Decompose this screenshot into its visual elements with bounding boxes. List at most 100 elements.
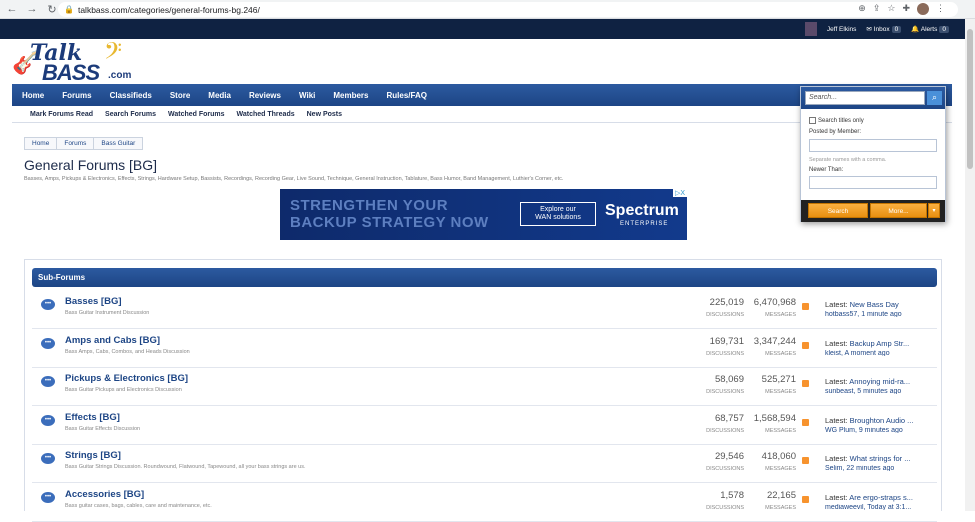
latest-title[interactable]: Broughton Audio ...	[850, 416, 914, 425]
forum-row[interactable]: ••• Accessories [BG] Bass guitar cases, ba…	[32, 484, 937, 522]
address-bar[interactable]: 🔒 talkbass.com/categories/general-forums…	[58, 2, 958, 17]
latest-prefix: Latest:	[825, 377, 848, 386]
lock-icon: 🔒	[64, 5, 74, 14]
rss-icon[interactable]	[802, 341, 809, 349]
messages-label: MESSAGES	[765, 466, 796, 472]
latest-post[interactable]: Latest: Broughton Audio ...	[825, 416, 913, 425]
latest-post[interactable]: Latest: Backup Amp Str...	[825, 339, 909, 348]
subnav-watched-forums[interactable]: Watched Forums	[168, 111, 225, 118]
forum-name[interactable]: Effects [BG]	[65, 412, 120, 423]
nav-classifieds[interactable]: Classifieds	[110, 91, 152, 100]
latest-title[interactable]: Are ergo-straps s...	[849, 493, 913, 502]
ad-headline-2: BACKUP STRATEGY NOW	[290, 214, 489, 231]
latest-author[interactable]: Selim, 22 minutes ago	[825, 465, 915, 471]
newer-than-input[interactable]	[809, 176, 937, 189]
latest-author[interactable]: hotbass57, 1 minute ago	[825, 311, 915, 317]
ad-cta-line1: Explore our	[540, 206, 576, 213]
advertisement-banner[interactable]: STRENGTHEN YOUR BACKUP STRATEGY NOW Expl…	[280, 189, 687, 240]
alerts-label: Alerts	[920, 26, 938, 33]
subnav-mark-read[interactable]: Mark Forums Read	[30, 111, 93, 118]
nav-forums[interactable]: Forums	[62, 91, 91, 100]
forum-row[interactable]: ••• Effects [BG] Bass Guitar Effects Discu…	[32, 407, 937, 445]
discussions-label: DISCUSSIONS	[706, 504, 744, 511]
breadcrumb-home[interactable]: Home	[24, 137, 58, 150]
more-button[interactable]: More...	[870, 203, 927, 218]
subnav-search-forums[interactable]: Search Forums	[105, 111, 156, 118]
latest-author[interactable]: sunbeast, 5 minutes ago	[825, 388, 915, 394]
search-button[interactable]: Search	[808, 203, 868, 218]
latest-title[interactable]: What strings for ...	[850, 454, 911, 463]
rss-icon[interactable]	[802, 380, 809, 387]
forum-name[interactable]: Strings [BG]	[65, 450, 121, 461]
latest-author[interactable]: kleist, A moment ago	[825, 350, 915, 356]
forum-name[interactable]: Pickups & Electronics [BG]	[65, 373, 188, 384]
forum-description: Bass guitar cases, bags, cables, care an…	[65, 502, 212, 509]
ad-cta[interactable]: Explore our WAN solutions	[520, 202, 596, 226]
titles-only-label: Search titles only	[818, 117, 864, 124]
forum-name[interactable]: Accessories [BG]	[65, 489, 144, 500]
user-name[interactable]: Jeff Elkins	[827, 26, 857, 33]
alerts-link[interactable]: 🔔 Alerts 0	[911, 25, 949, 33]
discussions-label: DISCUSSIONS	[706, 312, 744, 318]
rss-icon[interactable]	[802, 303, 809, 310]
forum-row[interactable]: ••• Pickups & Electronics [BG] Bass Guitar…	[32, 368, 937, 406]
zoom-icon[interactable]: ⊕	[858, 3, 866, 15]
titles-only-checkbox[interactable]: Search titles only	[809, 117, 864, 124]
inbox-count: 0	[891, 26, 902, 33]
share-icon[interactable]: ⇪	[873, 3, 881, 15]
back-icon[interactable]: ←	[4, 1, 20, 17]
latest-author[interactable]: mediaweevil, Today at 3:1...	[825, 504, 915, 510]
forum-icon: •••	[41, 414, 55, 426]
latest-post[interactable]: Latest: New Bass Day	[825, 300, 899, 309]
extensions-icon[interactable]: ✚	[902, 3, 910, 15]
latest-title[interactable]: New Bass Day	[850, 300, 899, 309]
scrollbar-thumb[interactable]	[967, 29, 973, 169]
messages-label: MESSAGES	[765, 504, 796, 511]
nav-rules-faq[interactable]: Rules/FAQ	[386, 91, 426, 100]
breadcrumb-bass-guitar[interactable]: Bass Guitar	[93, 137, 144, 150]
forum-name[interactable]: Basses [BG]	[65, 296, 122, 307]
star-icon[interactable]: ☆	[887, 3, 895, 15]
discussions-count: 225,019	[709, 297, 744, 308]
discussions-label: DISCUSSIONS	[706, 350, 744, 357]
inbox-link[interactable]: ✉ Inbox 0	[866, 25, 902, 33]
menu-icon[interactable]: ⋮	[936, 3, 945, 15]
subnav-new-posts[interactable]: New Posts	[307, 111, 342, 118]
latest-author[interactable]: WG Plum, 9 minutes ago	[825, 427, 915, 433]
discussions-count: 68,757	[714, 412, 744, 424]
forward-icon[interactable]: →	[24, 1, 40, 17]
ad-brand: Spectrum	[605, 202, 679, 219]
user-avatar[interactable]	[804, 22, 817, 36]
forum-row[interactable]: ••• Strings [BG] Bass Guitar Strings Discu…	[32, 445, 937, 483]
nav-reviews[interactable]: Reviews	[249, 91, 281, 100]
nav-home[interactable]: Home	[22, 91, 44, 100]
scrollbar[interactable]	[965, 19, 975, 511]
latest-prefix: Latest:	[825, 415, 848, 425]
profile-avatar[interactable]	[917, 3, 929, 15]
rss-icon[interactable]	[802, 495, 809, 503]
latest-post[interactable]: Latest: Annoying mid-ra...	[825, 377, 910, 386]
rss-icon[interactable]	[802, 457, 809, 464]
dropdown-arrow-icon[interactable]: ▾	[928, 203, 940, 218]
subnav-watched-threads[interactable]: Watched Threads	[237, 111, 295, 118]
latest-post[interactable]: Latest: Are ergo-straps s...	[825, 493, 913, 502]
posted-by-input[interactable]	[809, 139, 937, 152]
search-input[interactable]: Search...	[805, 91, 925, 105]
nav-store[interactable]: Store	[170, 91, 190, 100]
search-icon[interactable]: ⌕	[927, 91, 942, 105]
nav-wiki[interactable]: Wiki	[299, 91, 315, 100]
breadcrumb-forums[interactable]: Forums	[56, 137, 95, 150]
forum-row[interactable]: ••• Basses [BG] Bass Guitar Instrument Dis…	[32, 291, 937, 329]
forum-name[interactable]: Amps and Cabs [BG]	[65, 335, 160, 346]
forum-row[interactable]: ••• Amps and Cabs [BG] Bass Amps, Cabs, Co…	[32, 330, 937, 368]
logo-com: .com	[108, 70, 132, 81]
latest-title[interactable]: Backup Amp Str...	[850, 339, 910, 348]
nav-members[interactable]: Members	[333, 91, 368, 100]
site-logo[interactable]: 🎸 Talk 𝄢 BASS .com	[12, 38, 131, 85]
checkbox-box[interactable]	[809, 117, 816, 124]
nav-media[interactable]: Media	[208, 91, 231, 100]
rss-icon[interactable]	[802, 418, 809, 426]
latest-post[interactable]: Latest: What strings for ...	[825, 454, 910, 463]
adchoices-icon[interactable]: ▷X	[672, 189, 687, 197]
latest-title[interactable]: Annoying mid-ra...	[849, 377, 910, 386]
